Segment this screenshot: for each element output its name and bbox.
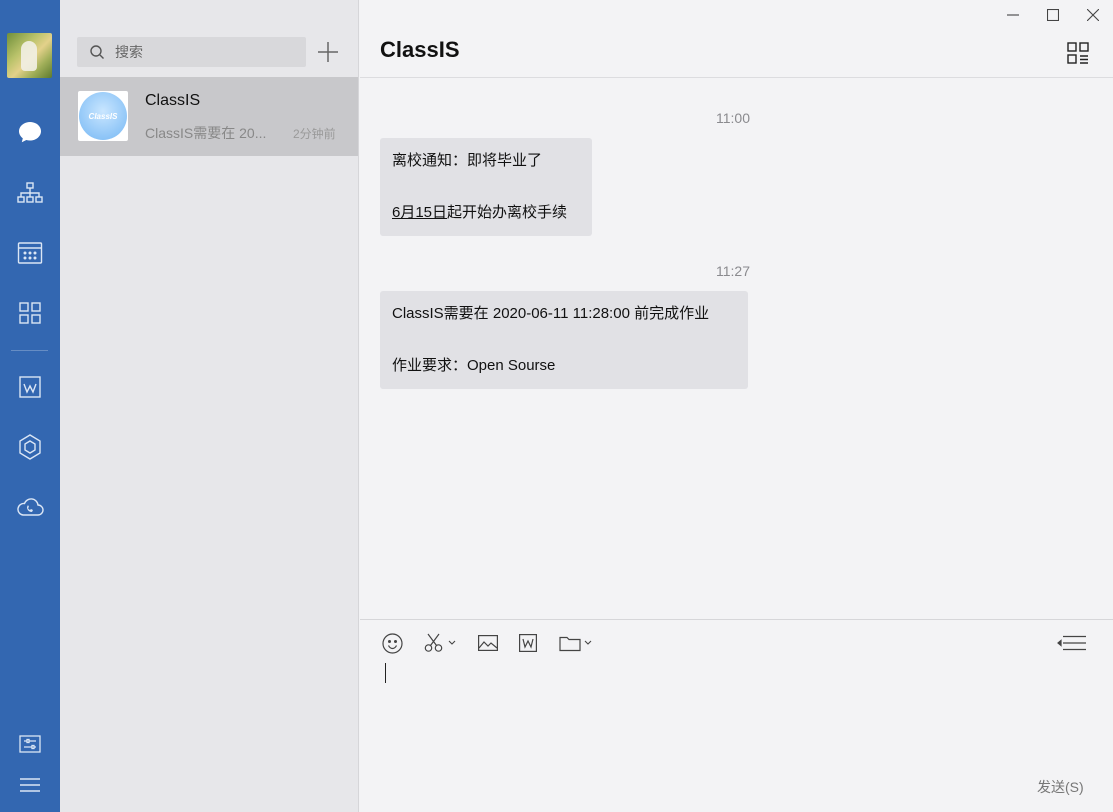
search-input[interactable]: [115, 37, 300, 67]
conversation-list-pane: ClassIS ClassIS ClassIS需要在 20... 2分钟前: [60, 0, 359, 812]
cloud-phone-icon[interactable]: [15, 492, 45, 522]
maximize-icon[interactable]: [1043, 5, 1063, 25]
chat-icon[interactable]: [15, 117, 45, 147]
rail-divider: [11, 350, 48, 351]
message-composer: 发送(S): [360, 619, 1113, 812]
chat-info-icon[interactable]: [1067, 42, 1089, 64]
close-icon[interactable]: [1083, 5, 1103, 25]
conversation-name: ClassIS: [145, 92, 201, 109]
minimize-icon[interactable]: [1003, 5, 1023, 25]
apps-icon[interactable]: [15, 298, 45, 328]
workbench-icon[interactable]: [15, 432, 45, 462]
message-bubble[interactable]: ClassIS需要在 2020-06-11 11:28:00 前完成作业 作业要…: [380, 291, 748, 389]
conversation-avatar: ClassIS: [78, 91, 128, 141]
document-icon[interactable]: [15, 372, 45, 402]
chat-panel: ClassIS 11:00 离校通知：即将毕业了 6月15日起开始办离校手续 1…: [360, 0, 1113, 812]
screenshot-icon[interactable]: [424, 632, 456, 654]
word-doc-icon[interactable]: [519, 632, 537, 654]
date-link[interactable]: 6月15日: [392, 204, 447, 221]
message-line: 作业要求：Open Sourse: [392, 357, 556, 374]
message-line: 离校通知：即将毕业了: [392, 152, 543, 169]
add-icon[interactable]: [317, 41, 339, 63]
message-input[interactable]: [380, 660, 1090, 770]
avatar-label: ClassIS: [88, 111, 118, 121]
message-text: 起开始办离校手续: [447, 204, 568, 221]
message-timestamp: 11:00: [716, 110, 750, 126]
chevron-down-icon[interactable]: [448, 640, 456, 646]
calendar-icon[interactable]: [15, 238, 45, 268]
image-icon[interactable]: [478, 632, 498, 654]
message-bubble[interactable]: 离校通知：即将毕业了 6月15日起开始办离校手续: [380, 138, 592, 236]
text-cursor: [385, 663, 386, 683]
chat-header: ClassIS: [360, 0, 1113, 78]
conversation-item-classis[interactable]: ClassIS ClassIS ClassIS需要在 20... 2分钟前: [60, 77, 358, 156]
message-timestamp: 11:27: [716, 263, 750, 279]
menu-icon[interactable]: [15, 770, 45, 800]
contacts-icon[interactable]: [15, 178, 45, 208]
history-icon[interactable]: [1057, 632, 1087, 654]
settings-icon[interactable]: [15, 729, 45, 759]
send-button[interactable]: 发送(S): [1037, 777, 1084, 797]
search-box[interactable]: [77, 37, 306, 67]
message-line: 6月15日起开始办离校手续: [392, 200, 580, 226]
chat-title: ClassIS: [380, 37, 460, 62]
message-line: ClassIS需要在 2020-06-11 11:28:00 前完成作业: [392, 305, 710, 322]
folder-icon[interactable]: [559, 632, 592, 654]
search-icon: [89, 44, 105, 65]
chevron-down-icon[interactable]: [584, 640, 592, 646]
emoji-icon[interactable]: [382, 632, 403, 654]
conversation-preview: ClassIS需要在 20...: [145, 125, 267, 141]
conversation-time: 2分钟前: [293, 127, 336, 141]
nav-rail: [0, 0, 60, 812]
user-avatar[interactable]: [7, 33, 52, 78]
